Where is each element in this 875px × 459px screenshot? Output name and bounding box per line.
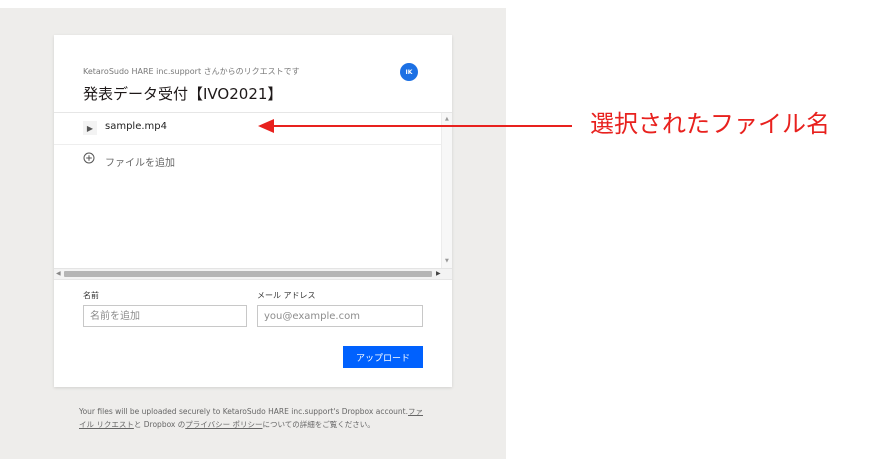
email-label: メール アドレス: [257, 291, 316, 300]
footer-text-2: と Dropbox の: [133, 419, 186, 429]
add-circle-icon: [83, 152, 95, 164]
horizontal-scrollbar[interactable]: ◀ ▶: [54, 268, 452, 279]
scroll-left-icon[interactable]: ◀: [56, 270, 61, 277]
footer-disclaimer: Your files will be uploaded securely to …: [79, 406, 429, 431]
footer-text-1: Your files will be uploaded securely to …: [79, 407, 408, 416]
scroll-right-icon[interactable]: ▶: [436, 270, 441, 277]
file-list-item[interactable]: ▶ sample.mp4: [54, 113, 441, 145]
footer-text-3: についての詳細をご覧ください。: [262, 419, 375, 429]
email-input[interactable]: [257, 305, 423, 327]
annotation-label: 選択されたファイル名: [590, 110, 830, 138]
file-list-area: ▶ sample.mp4 ファイルを追加 ▲ ▼ ◀ ▶: [54, 113, 452, 279]
play-icon[interactable]: ▶: [83, 121, 97, 135]
request-from-text: KetaroSudo HARE inc.support さんからのリクエストです: [83, 67, 300, 76]
add-file-label: ファイルを追加: [105, 158, 175, 169]
upload-button[interactable]: アップロード: [343, 346, 423, 368]
request-title: 発表データ受付【IVO2021】: [83, 85, 283, 103]
vertical-scrollbar[interactable]: ▲ ▼: [441, 113, 452, 268]
file-request-card: KetaroSudo HARE inc.support さんからのリクエストです…: [54, 35, 452, 387]
scroll-up-icon[interactable]: ▲: [445, 116, 449, 122]
add-file-button[interactable]: ファイルを追加: [54, 145, 441, 175]
privacy-policy-link[interactable]: プライバシー ポリシー: [185, 420, 262, 429]
user-avatar[interactable]: IK: [400, 63, 418, 81]
file-name: sample.mp4: [105, 121, 167, 132]
scrollbar-thumb[interactable]: [64, 271, 432, 277]
annotation-arrow-line: [262, 125, 572, 127]
scroll-down-icon[interactable]: ▼: [445, 258, 449, 264]
name-label: 名前: [83, 291, 99, 300]
form-divider: [54, 279, 452, 280]
name-input[interactable]: [83, 305, 247, 327]
